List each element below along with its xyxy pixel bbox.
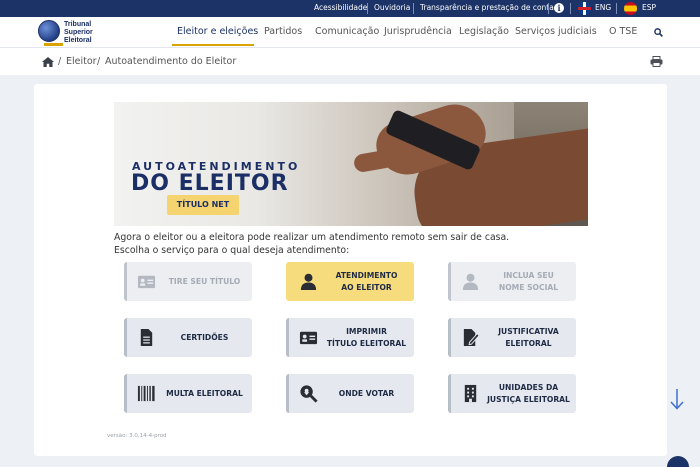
accessibility-link[interactable]: Acessibilidade	[314, 3, 367, 12]
language-english-link[interactable]: ENG	[595, 3, 611, 12]
arrow-down-icon[interactable]	[670, 388, 684, 410]
user-icon	[462, 273, 479, 291]
breadcrumb-separator: /	[58, 56, 62, 67]
active-nav-indicator	[172, 44, 254, 46]
main-navbar: Tribunal Superior Eleitoral Eleitor e el…	[0, 17, 700, 48]
service-inclua-nome-social[interactable]: INCLUA SEU NOME SOCIAL	[448, 262, 576, 301]
info-icon[interactable]: i	[554, 3, 564, 13]
nav-item-o-tse[interactable]: O TSE	[609, 26, 637, 37]
service-tire-seu-titulo[interactable]: TIRE SEU TÍTULO	[124, 262, 252, 301]
uk-flag-icon[interactable]	[578, 2, 591, 15]
top-utility-bar: Acessibilidade Ouvidoria Transparência e…	[0, 0, 700, 17]
service-label: MULTA ELEITORAL	[166, 388, 243, 398]
divider	[616, 3, 617, 14]
id-card-icon	[137, 275, 156, 289]
intro-text: Agora o eleitor ou a eleitora pode reali…	[114, 232, 510, 243]
divider	[413, 3, 414, 14]
service-multa-eleitoral[interactable]: MULTA ELEITORAL	[124, 374, 252, 413]
language-spanish-link[interactable]: ESP	[642, 3, 656, 12]
breadcrumb-current: Autoatendimento do Eleitor	[105, 56, 237, 67]
banner-title-large: DO ELEITOR	[131, 171, 289, 196]
id-card-icon	[299, 331, 318, 345]
breadcrumb-link-eleitor[interactable]: Eleitor	[66, 56, 97, 67]
version-text: versão: 3.0.14-4-prod	[107, 433, 167, 439]
print-icon[interactable]	[650, 56, 663, 67]
nav-item-jurisprudencia[interactable]: Jurisprudência	[384, 26, 452, 37]
divider	[570, 3, 571, 14]
divider	[548, 3, 549, 14]
service-label: UNIDADES DA JUSTIÇA ELEITORAL	[487, 382, 570, 404]
barcode-icon	[137, 385, 155, 402]
nav-item-comunicacao[interactable]: Comunicação	[315, 26, 379, 37]
spain-flag-icon[interactable]	[624, 2, 637, 15]
service-imprimir-titulo[interactable]: IMPRIMIR TÍTULO ELEITORAL	[286, 318, 414, 357]
search-icon[interactable]	[654, 28, 663, 37]
search-location-icon	[300, 385, 318, 403]
service-onde-votar[interactable]: ONDE VOTAR	[286, 374, 414, 413]
nav-item-servicos-judiciais[interactable]: Serviços judiciais	[515, 26, 597, 37]
intro-instruction: Escolha o serviço para o qual deseja ate…	[114, 245, 350, 256]
nav-item-partidos[interactable]: Partidos	[264, 26, 302, 37]
building-icon	[464, 384, 477, 403]
banner-badge: TÍTULO NET	[167, 195, 239, 215]
service-label: IMPRIMIR TÍTULO ELEITORAL	[326, 326, 407, 348]
edit-document-icon	[463, 328, 480, 347]
logo-text-line: Superior	[64, 29, 93, 36]
home-icon[interactable]	[42, 57, 54, 67]
breadcrumb: / Eleitor / Autoatendimento do Eleitor	[0, 48, 700, 75]
document-icon	[140, 328, 153, 347]
service-unidades-justica-eleitoral[interactable]: UNIDADES DA JUSTIÇA ELEITORAL	[448, 374, 576, 413]
service-label: CERTIDÕES	[180, 332, 229, 342]
divider	[367, 3, 368, 14]
hero-banner: AUTOATENDIMENTO DO ELEITOR TÍTULO NET	[114, 102, 588, 226]
accessibility-icon[interactable]	[667, 456, 689, 467]
service-label: ONDE VOTAR	[338, 388, 395, 398]
transparency-link[interactable]: Transparência e prestação de contas	[420, 3, 558, 12]
nav-item-legislacao[interactable]: Legislação	[459, 26, 509, 37]
logo-text-line: Eleitoral	[64, 37, 92, 44]
service-label: INCLUA SEU NOME SOCIAL	[498, 270, 559, 292]
service-label: JUSTIFICATIVA ELEITORAL	[498, 326, 559, 348]
ombudsman-link[interactable]: Ouvidoria	[374, 3, 410, 12]
globe-logo-icon	[38, 20, 60, 42]
service-justificativa-eleitoral[interactable]: JUSTIFICATIVA ELEITORAL	[448, 318, 576, 357]
service-certidoes[interactable]: CERTIDÕES	[124, 318, 252, 357]
service-label: ATENDIMENTO AO ELEITOR	[335, 270, 398, 292]
breadcrumb-separator: /	[97, 56, 101, 67]
service-atendimento-ao-eleitor[interactable]: ATENDIMENTO AO ELEITOR	[286, 262, 414, 301]
user-icon	[300, 273, 317, 291]
logo-text-line: Tribunal	[64, 21, 92, 28]
service-label: TIRE SEU TÍTULO	[168, 276, 241, 286]
logo-text: Tribunal Superior Eleitoral	[64, 21, 93, 45]
banner-photo-thumb	[352, 148, 396, 174]
nav-item-eleitor-e-eleicoes[interactable]: Eleitor e eleições	[177, 26, 258, 37]
logo-accent-bar	[44, 43, 63, 46]
